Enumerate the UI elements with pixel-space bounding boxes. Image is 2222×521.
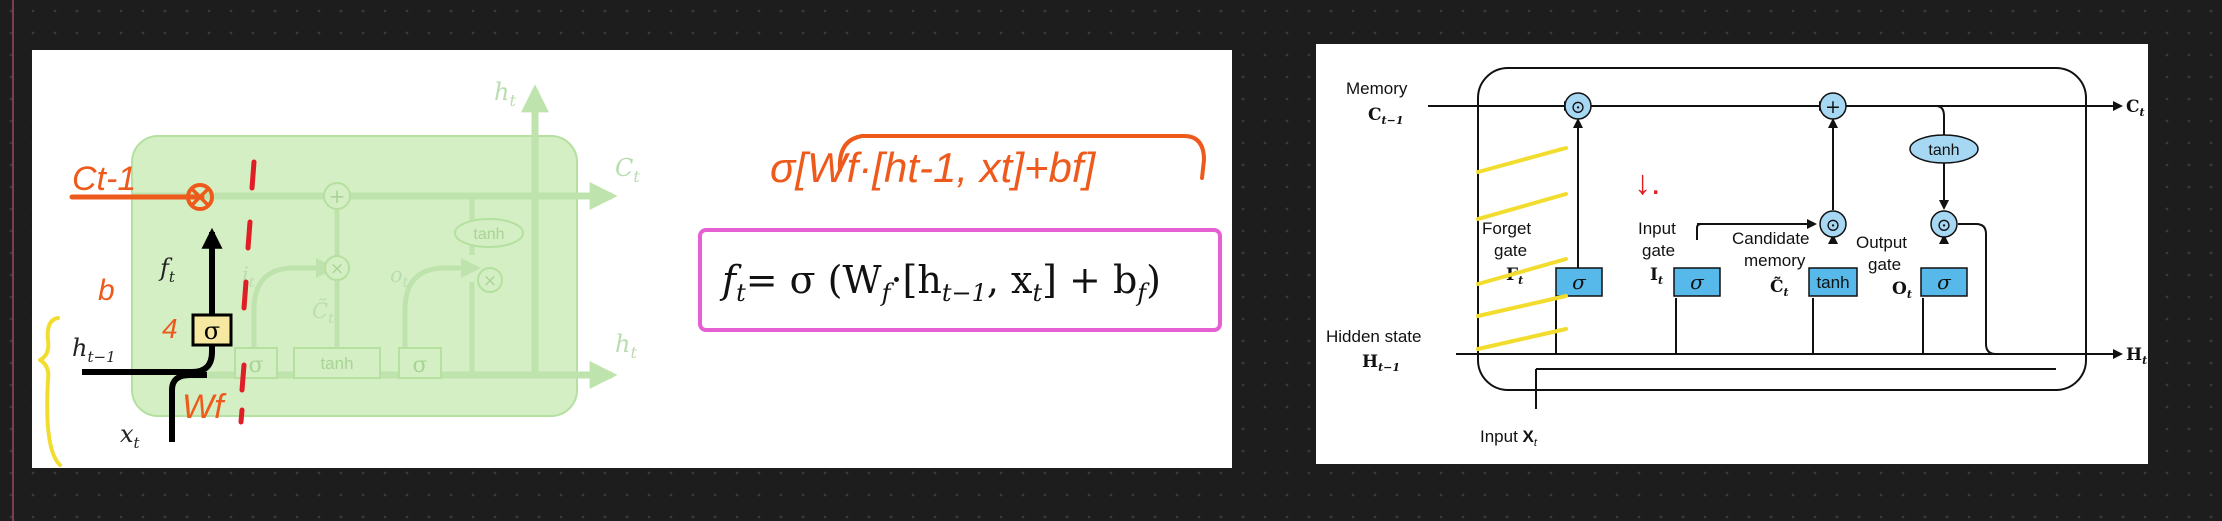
tanh-branch [1839, 105, 1945, 136]
forget-gate-equation: ft= σ (Wf·[ht−1, xt] + bf) [698, 228, 1222, 332]
b-annotation: b [98, 274, 115, 307]
candidate-label-1: Candidate [1732, 229, 1810, 248]
output-sigma-label: σ [1937, 270, 1952, 294]
hidden-var: Ht−1 [1362, 352, 1400, 374]
faded-times-label-2: × [483, 271, 497, 291]
candidate-var: C̃t [1770, 277, 1789, 299]
x-t-label: xt [120, 420, 141, 452]
memory-var: Ct−1 [1368, 105, 1403, 127]
label-c-t: Ct [615, 154, 640, 186]
tanh-oval-label: tanh [1928, 142, 1959, 159]
lstm-cell-diagram: σ σ tanh σ tanh ⊙ + ⊙ ⊙ Memory Ct−1 Hidd… [1326, 67, 2147, 449]
faded-tanh-oval-label: tanh [473, 226, 504, 243]
output-gate-label-2: gate [1868, 255, 1901, 274]
input-gate-label-2: gate [1642, 241, 1675, 260]
forget-multiply-label: ⊙ [1570, 97, 1585, 118]
candidate-tanh-label: tanh [1816, 273, 1849, 292]
c-out-label: Ct [2126, 97, 2145, 119]
label-h-t-top: ht [494, 78, 516, 110]
output-gate-label-1: Output [1856, 233, 1907, 252]
output-multiply-label: ⊙ [1936, 215, 1951, 236]
equation-text: ft= σ (Wf·[ht−1, xt] + bf) [719, 258, 1161, 307]
forget-gate-diagram: tanh σ σ + × × tanh Ct ht ht it C̃t ot σ [38, 78, 1222, 467]
candidate-label-2: memory [1744, 251, 1806, 270]
left-margin-line [12, 0, 14, 521]
wf-annotation: Wf [182, 388, 227, 426]
forget-gate-label-1: Forget [1482, 219, 1531, 238]
red-dash-1 [249, 159, 257, 191]
label-h-t-right: ht [615, 330, 637, 362]
yellow-stroke-1 [1476, 146, 1568, 174]
red-dash-4 [239, 362, 247, 393]
c-prev-annotation: Ct-1 [72, 160, 136, 198]
faded-sigma-label-1: σ [248, 353, 263, 378]
yellow-stroke-4 [1476, 294, 1568, 318]
h-prev-label: ht−1 [72, 334, 116, 366]
red-dash-2 [245, 219, 253, 251]
lstm-cell-panel: σ σ tanh σ tanh ⊙ + ⊙ ⊙ Memory Ct−1 Hidd… [1316, 44, 2148, 464]
output-var: Ot [1892, 279, 1912, 301]
input-gate-label-1: Input [1638, 219, 1676, 238]
input-label: Input Xt [1480, 427, 1538, 449]
forget-sigma-label: σ [1572, 270, 1587, 294]
lstm-labels: Memory Ct−1 Hidden state Ht−1 Input Xt F… [1326, 79, 2147, 449]
red-dash-3 [241, 279, 249, 311]
faded-tanh-label: tanh [320, 354, 353, 373]
yellow-stroke-5 [1476, 327, 1568, 351]
sigma-label: σ [204, 317, 220, 345]
add-label: + [1825, 96, 1841, 118]
four-annotation: 4 [162, 313, 178, 344]
input-sigma-label: σ [1690, 270, 1705, 294]
forget-gate-panel: tanh σ σ + × × tanh Ct ht ht it C̃t ot σ [32, 50, 1232, 468]
formula-annotation: σ[Wf·[ht-1, xt]+bf] [770, 144, 1097, 191]
faded-plus-label: + [329, 184, 346, 208]
yellow-stroke-2 [1476, 192, 1568, 221]
h-out-line [1958, 223, 2123, 359]
input-gate-var: It [1650, 265, 1663, 287]
faded-sigma-label-2: σ [412, 353, 427, 378]
faded-times-label-1: × [330, 259, 344, 279]
memory-label: Memory [1346, 79, 1408, 98]
hidden-state-label: Hidden state [1326, 327, 1421, 346]
forget-gate-label-2: gate [1494, 241, 1527, 260]
red-dash-5 [238, 407, 245, 425]
yellow-brace [38, 316, 62, 467]
h-out-label: Ht [2126, 345, 2147, 367]
input-multiply-label: ⊙ [1825, 215, 1840, 236]
red-down-annotation: ↓. [1634, 164, 1660, 202]
